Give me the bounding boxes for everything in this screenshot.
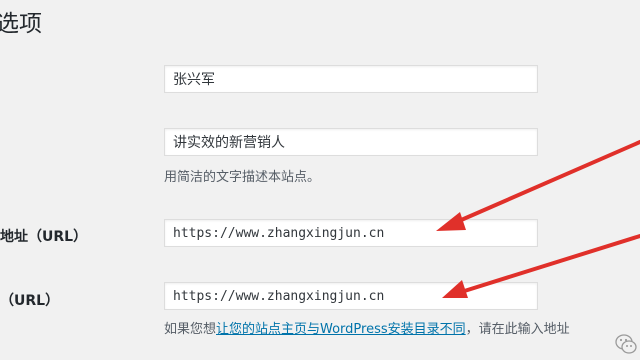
wordpress-address-input[interactable] — [164, 219, 538, 247]
site-address-label: （URL） — [0, 293, 60, 309]
site-address-description: 如果您想让您的站点主页与WordPress安装目录不同，请在此输入地址 — [164, 318, 570, 337]
site-address-input[interactable] — [164, 282, 538, 310]
tagline-description: 用简洁的文字描述本站点。 — [164, 170, 321, 185]
wordpress-address-label: 地址（URL） — [0, 229, 88, 245]
site-address-help-link[interactable]: 让您的站点主页与WordPress安装目录不同 — [216, 322, 466, 337]
site-address-description-suffix: ，请在此输入地址 — [465, 322, 570, 337]
page-title: 选项 — [0, 11, 42, 37]
site-address-description-prefix: 如果您想 — [164, 322, 217, 337]
wechat-watermark-icon — [615, 334, 637, 354]
site-title-input[interactable] — [164, 65, 538, 93]
tagline-input[interactable] — [164, 128, 538, 156]
